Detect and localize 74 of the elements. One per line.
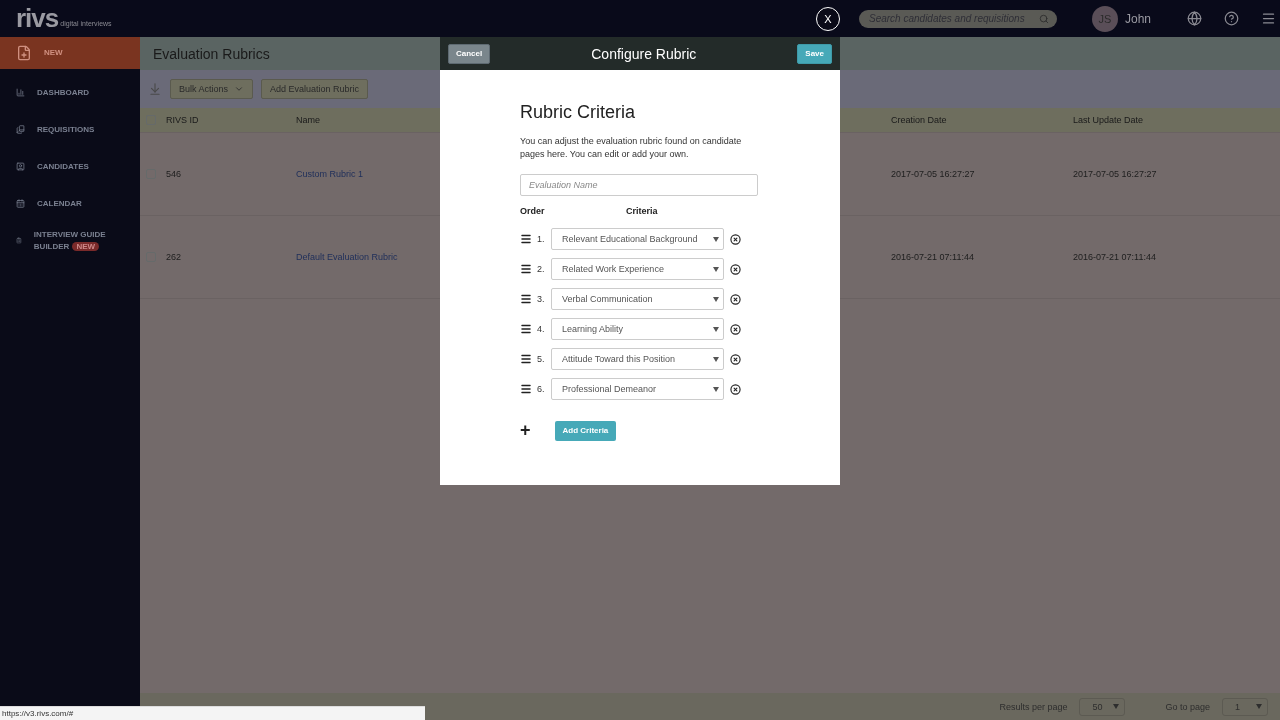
column-header[interactable]: RIVS ID (160, 115, 290, 125)
add-criteria-button[interactable]: Add Criteria (554, 420, 617, 441)
table-cell-text: 2017-07-05 16:27:27 (890, 169, 976, 179)
sidebar-item[interactable]: CANDIDATES (0, 148, 140, 185)
evaluation-name-field[interactable]: Evaluation Name (520, 174, 758, 196)
order-number: 1. (537, 234, 546, 244)
books-icon (16, 125, 25, 134)
add-icon[interactable]: + (520, 420, 531, 441)
caret-icon (234, 84, 245, 94)
remove-icon[interactable] (730, 383, 741, 395)
drag-handle-icon[interactable] (520, 293, 532, 305)
caret-icon (713, 356, 719, 362)
remove-icon[interactable] (730, 323, 741, 335)
page-title: Evaluation Rubrics (153, 45, 270, 62)
table-cell-text: 546 (165, 169, 183, 179)
criteria-select[interactable]: Learning Ability (551, 318, 724, 340)
order-label: Order (520, 206, 546, 216)
caret-icon (713, 236, 719, 242)
table-cell-text: 262 (165, 252, 183, 262)
calendar-icon (16, 199, 25, 208)
drag-handle-icon[interactable] (520, 263, 532, 275)
menu-icon[interactable] (1261, 11, 1276, 26)
remove-icon[interactable] (730, 233, 741, 245)
caret-icon (1256, 704, 1262, 709)
file-plus-icon (16, 45, 32, 61)
status-url: https://v3.rivs.com/# (0, 706, 425, 720)
criteria-select[interactable]: Attitude Toward this Position (551, 348, 724, 370)
order-number: 6. (537, 384, 546, 394)
criteria-select[interactable]: Professional Demeanor (551, 378, 724, 400)
sidebar-item[interactable]: REQUISITIONS (0, 111, 140, 148)
order-number: 2. (537, 264, 546, 274)
table-cell-text: 2017-07-05 16:27:27 (1072, 169, 1158, 179)
criteria-select[interactable]: Relevant Educational Background (551, 228, 724, 250)
caret-icon (713, 296, 719, 302)
help-icon[interactable] (1224, 11, 1239, 26)
sidebar-item[interactable]: NEW (0, 37, 140, 69)
drag-handle-icon[interactable] (520, 353, 532, 365)
criteria-select[interactable]: Verbal Communication (551, 288, 724, 310)
sidebar-item[interactable]: DASHBOARD (0, 74, 140, 111)
column-header[interactable]: Last Update Date (1067, 115, 1280, 125)
remove-icon[interactable] (730, 263, 741, 275)
save-button[interactable]: Save (797, 43, 832, 64)
bulk-actions-button[interactable]: Bulk Actions (170, 79, 254, 99)
remove-icon[interactable] (730, 293, 741, 305)
add-rubric-button[interactable]: Add Evaluation Rubric (261, 79, 369, 99)
table-cell-text: 2016-07-21 07:11:44 (890, 252, 975, 262)
drag-handle-icon[interactable] (520, 323, 532, 335)
caret-icon (713, 386, 719, 392)
new-badge: NEW (72, 241, 100, 251)
drag-handle-icon[interactable] (520, 383, 532, 395)
order-number: 5. (537, 354, 546, 364)
description-text: You can adjust the evaluation rubric found on candidate pages here. You can edit or add your own. (520, 135, 743, 161)
section-heading: Rubric Criteria (520, 102, 637, 123)
criteria-select[interactable]: Related Work Experience (551, 258, 724, 280)
logo: rivs (16, 3, 59, 34)
globe-icon[interactable] (1187, 11, 1202, 26)
column-header[interactable]: Creation Date (885, 115, 1067, 125)
order-number: 3. (537, 294, 546, 304)
table-cell-text: 2016-07-21 07:11:44 (1072, 252, 1157, 262)
caret-icon (713, 326, 719, 332)
sidebar-item[interactable]: INTERVIEW GUIDE BUILDER NEW (0, 222, 140, 259)
dialog-title: Configure Rubric (591, 45, 697, 62)
user-card-icon (16, 162, 25, 171)
sidebar-item[interactable]: CALENDAR (0, 185, 140, 222)
bar-chart-icon (16, 88, 25, 97)
order-number: 4. (537, 324, 546, 334)
remove-icon[interactable] (730, 353, 741, 365)
cancel-button[interactable]: Cancel (448, 43, 491, 64)
criteria-label: Criteria (626, 206, 658, 216)
caret-icon (713, 266, 719, 272)
caret-icon (1113, 704, 1120, 709)
drag-handle-icon[interactable] (520, 233, 532, 245)
clipboard-icon (16, 236, 22, 245)
user-name[interactable]: John (1125, 11, 1165, 26)
